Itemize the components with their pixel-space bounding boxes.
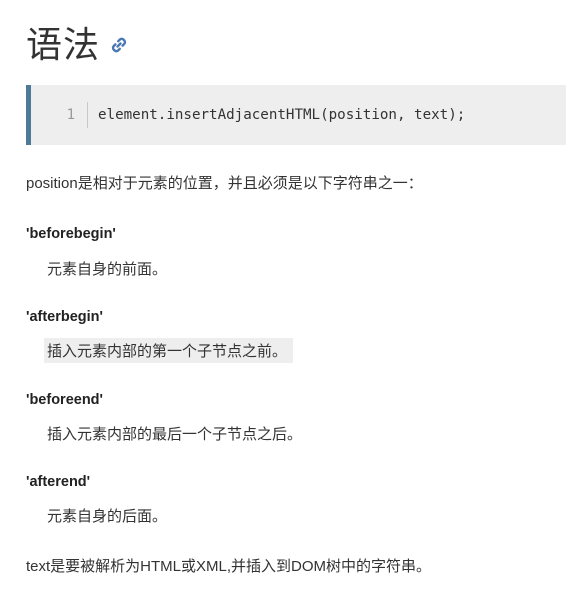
intro-text: position是相对于元素的位置，并且必须是以下字符串之一：	[26, 175, 423, 192]
code-block: 1 element.insertAdjacentHTML(position, t…	[26, 85, 566, 145]
link-icon[interactable]	[110, 36, 128, 54]
desc-beforeend: 插入元素内部的最后一个子节点之后。	[47, 426, 303, 443]
page-title-row: 语法	[26, 14, 128, 70]
desc-afterbegin: 插入元素内部的第一个子节点之前。	[44, 338, 294, 363]
code-line: element.insertAdjacentHTML(position, tex…	[98, 107, 466, 123]
desc-beforebegin: 元素自身的前面。	[47, 261, 168, 278]
text-param-description: text是要被解析为HTML或XML,并插入到DOM树中的字符串。	[26, 558, 432, 575]
line-number: 1	[66, 107, 75, 123]
desc-afterend: 元素自身的后面。	[47, 508, 168, 525]
term-afterend: 'afterend'	[26, 474, 91, 490]
page-title: 语法	[26, 25, 101, 66]
term-beforebegin: 'beforebegin'	[26, 226, 116, 242]
term-afterbegin: 'afterbegin'	[26, 309, 103, 325]
term-beforeend: 'beforeend'	[26, 392, 103, 408]
